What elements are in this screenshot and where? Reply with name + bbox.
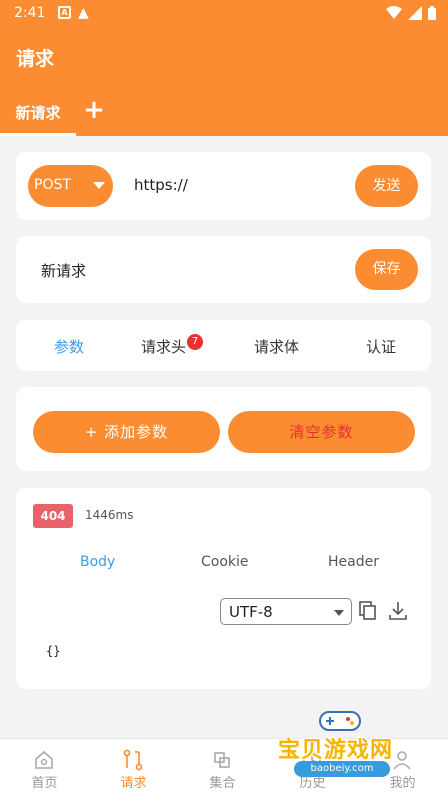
tab-body[interactable]: 请求体 xyxy=(254,336,299,357)
home-icon xyxy=(35,750,53,769)
url-input[interactable]: https:// xyxy=(134,176,188,194)
headers-count-badge: 7 xyxy=(187,334,203,350)
request-name-card: 新请求 保存 xyxy=(16,236,431,303)
status-bar: 2:41 A ▲ xyxy=(0,0,448,28)
response-body-text: {} xyxy=(46,644,61,658)
nav-label: 我的 xyxy=(389,776,416,791)
request-name-input[interactable]: 新请求 xyxy=(41,260,86,281)
nav-label: 历史 xyxy=(299,776,326,791)
bottom-nav: 首页 请求 集合 历史 我的 xyxy=(0,738,448,798)
wifi-icon xyxy=(386,6,402,19)
signal-icon xyxy=(408,6,422,20)
download-icon[interactable] xyxy=(389,601,407,621)
app-bar: 请求 新请求 + xyxy=(0,28,448,136)
notification-a-icon: A xyxy=(58,6,71,19)
add-param-button[interactable]: + 添加参数 xyxy=(33,411,220,453)
dropdown-arrow-icon xyxy=(93,182,105,189)
tab-auth[interactable]: 认证 xyxy=(366,336,396,357)
tab-response-cookie[interactable]: Cookie xyxy=(201,554,249,570)
tab-response-body[interactable]: Body xyxy=(80,554,115,570)
nav-request[interactable]: 请求 xyxy=(89,739,178,798)
nav-profile[interactable]: 我的 xyxy=(358,739,447,798)
method-dropdown[interactable]: POST xyxy=(28,165,113,207)
encoding-value: UTF-8 xyxy=(229,603,273,621)
nav-collection[interactable]: 集合 xyxy=(178,739,267,798)
clear-params-button[interactable]: 清空参数 xyxy=(228,411,415,453)
chevron-down-icon xyxy=(334,610,344,616)
response-time: 1446ms xyxy=(85,508,134,522)
nav-label: 集合 xyxy=(209,776,236,791)
history-icon xyxy=(303,751,321,769)
save-button[interactable]: 保存 xyxy=(355,249,418,290)
battery-icon xyxy=(428,6,436,20)
tab-response-header[interactable]: Header xyxy=(328,554,379,570)
encoding-select[interactable]: UTF-8 xyxy=(220,598,352,625)
response-card: 404 1446ms Body Cookie Header UTF-8 {} xyxy=(16,488,431,689)
tab-params[interactable]: 参数 xyxy=(54,336,84,357)
request-icon xyxy=(123,749,143,771)
status-badge: 404 xyxy=(33,504,73,528)
tab-new-request[interactable]: 新请求 xyxy=(0,88,76,136)
profile-icon xyxy=(393,751,411,770)
status-time: 2:41 xyxy=(14,5,46,21)
method-value: POST xyxy=(34,177,71,193)
nav-label: 请求 xyxy=(120,776,147,791)
nav-home[interactable]: 首页 xyxy=(0,739,89,798)
collection-icon xyxy=(214,752,230,768)
param-tabs: 参数 请求头 7 请求体 认证 xyxy=(16,320,431,371)
tab-indicator xyxy=(0,133,76,136)
page-title: 请求 xyxy=(16,48,55,70)
nav-label: 首页 xyxy=(31,776,58,791)
tab-label: 新请求 xyxy=(15,104,61,122)
tab-headers[interactable]: 请求头 xyxy=(141,336,186,357)
send-button[interactable]: 发送 xyxy=(355,165,418,207)
warning-icon: ▲ xyxy=(78,5,89,21)
gamepad-icon xyxy=(319,711,361,731)
copy-icon[interactable] xyxy=(359,601,377,621)
status-right xyxy=(386,6,436,20)
request-url-card: POST https:// 发送 xyxy=(16,152,431,220)
add-tab-button[interactable]: + xyxy=(83,96,105,124)
nav-history[interactable]: 历史 xyxy=(268,739,357,798)
params-card: + 添加参数 清空参数 xyxy=(16,387,431,471)
